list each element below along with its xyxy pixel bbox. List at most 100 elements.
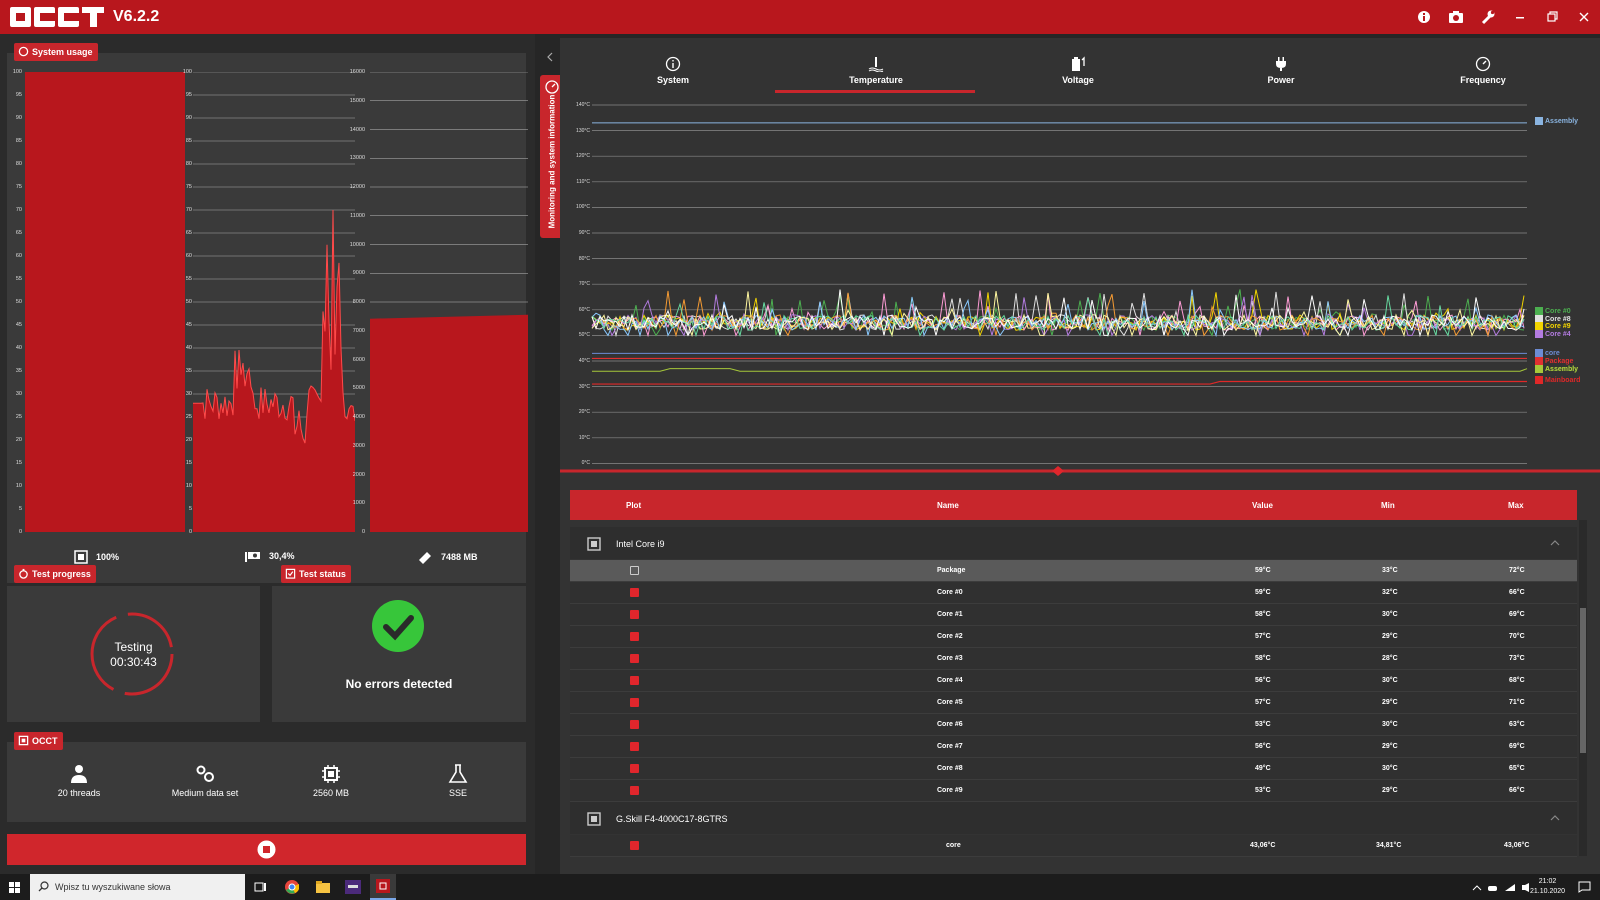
y-tick-label: 45 [15, 322, 22, 328]
row-value: 57°C [1255, 699, 1271, 706]
tab-temperature[interactable]: Temperature [821, 56, 931, 85]
table-scrollbar[interactable] [1579, 520, 1587, 856]
info-icon[interactable] [1416, 9, 1432, 25]
search-icon [38, 881, 49, 892]
sensor-table-header: Plot Name Value Min Max [570, 490, 1577, 520]
windows-start-icon[interactable] [9, 882, 20, 893]
row-min: 30°C [1382, 721, 1398, 728]
chart-legend-item[interactable]: Core #0 [1535, 307, 1571, 315]
tab-voltage[interactable]: Voltage [1023, 56, 1133, 85]
y-tick-label: 85 [185, 138, 192, 144]
cpu-usage-bar [25, 72, 185, 532]
header-name[interactable]: Name [937, 501, 959, 510]
table-row[interactable]: Core #2 57°C 29°C 70°C [570, 626, 1577, 648]
close-icon[interactable] [1576, 9, 1592, 25]
system-usage-label: System usage [32, 47, 93, 57]
header-max[interactable]: Max [1508, 501, 1524, 510]
tab-power[interactable]: Power [1226, 56, 1336, 85]
row-value: 56°C [1255, 677, 1271, 684]
system-usage-badge: System usage [14, 43, 98, 61]
y-tick-label: 30 [185, 391, 192, 397]
occt-setting-label: Medium data set [171, 788, 239, 798]
chart-legend-item[interactable]: Core #4 [1535, 330, 1571, 338]
table-row[interactable]: Core #0 59°C 32°C 66°C [570, 582, 1577, 604]
chart-legend-item[interactable]: Assembly [1535, 117, 1578, 125]
group-gskill-memory[interactable]: G.Skill F4-4000C17-8GTRS [570, 802, 1577, 834]
y-tick-label: 40 [15, 345, 22, 351]
header-plot[interactable]: Plot [626, 501, 641, 510]
tab-label: Power [1267, 75, 1295, 85]
chart-legend-item[interactable]: Mainboard [1535, 376, 1580, 384]
memory-summary-value: 7488 MB [441, 552, 478, 562]
header-value[interactable]: Value [1252, 501, 1273, 510]
y-tick-label: 90 [185, 115, 192, 121]
y-tick-label: 5000 [352, 385, 365, 392]
plot-checkbox[interactable] [630, 841, 639, 850]
table-row[interactable]: Package 59°C 33°C 72°C [570, 560, 1577, 582]
legend-label: Core #4 [1545, 330, 1571, 338]
plot-checkbox[interactable] [630, 698, 639, 707]
chart-legend-item[interactable]: Core #9 [1535, 322, 1571, 330]
taskbar-date: 21.10.2020 [1530, 888, 1566, 895]
plot-checkbox[interactable] [630, 676, 639, 685]
camera-icon[interactable] [1448, 9, 1464, 25]
collapse-chevron-icon[interactable] [546, 52, 554, 62]
plot-checkbox[interactable] [630, 786, 639, 795]
chart-legend-item[interactable]: Package [1535, 357, 1573, 365]
plot-checkbox[interactable] [630, 654, 639, 663]
row-max: 70°C [1509, 633, 1525, 640]
plot-checkbox[interactable] [630, 720, 639, 729]
table-row[interactable]: core 43,06°C 34,81°C 43,06°C [570, 835, 1577, 857]
task-view-icon[interactable] [254, 881, 267, 893]
y-tick-label: 40°C [578, 358, 590, 364]
taskbar-search-input[interactable]: Wpisz tu wyszukiwane słowa [30, 874, 245, 900]
plot-checkbox[interactable] [630, 566, 639, 575]
tab-frequency[interactable]: Frequency [1428, 56, 1538, 85]
chart-legend-item[interactable]: Assembly [1535, 365, 1578, 373]
chevron-up-icon[interactable] [1550, 815, 1560, 821]
plot-checkbox[interactable] [630, 742, 639, 751]
file-explorer-icon[interactable] [316, 881, 330, 893]
table-row[interactable]: Core #7 56°C 29°C 69°C [570, 736, 1577, 758]
y-tick-label: 7000 [352, 327, 365, 334]
tab-label: Frequency [1460, 75, 1506, 85]
chrome-icon[interactable] [285, 880, 299, 894]
row-name: Core #5 [937, 699, 963, 706]
row-name: Core #7 [937, 743, 963, 750]
notifications-icon[interactable] [1578, 881, 1591, 893]
plot-checkbox[interactable] [630, 588, 639, 597]
row-min: 30°C [1382, 765, 1398, 772]
table-row[interactable]: Core #1 58°C 30°C 69°C [570, 604, 1577, 626]
y-tick-label: 55 [15, 276, 22, 282]
y-tick-label: 10°C [578, 434, 590, 441]
app-icon[interactable] [345, 880, 361, 894]
chart-legend-item[interactable]: core [1535, 349, 1560, 357]
row-value: 53°C [1255, 721, 1271, 728]
row-value: 43,06°C [1250, 842, 1276, 849]
wrench-icon[interactable] [1480, 9, 1496, 25]
gears-icon [196, 765, 214, 782]
row-name: Core #9 [937, 787, 963, 794]
plot-checkbox[interactable] [630, 610, 639, 619]
test-progress-panel: Testing 00:30:43 [7, 586, 260, 722]
restore-icon[interactable] [1544, 9, 1560, 25]
tab-system[interactable]: System [618, 56, 728, 85]
occt-taskbar-button[interactable] [370, 874, 396, 900]
minimize-icon[interactable] [1512, 9, 1528, 25]
plot-checkbox[interactable] [630, 764, 639, 773]
gpu-icon [245, 552, 260, 562]
table-row[interactable]: Core #6 53°C 30°C 63°C [570, 714, 1577, 736]
table-row[interactable]: Core #5 57°C 29°C 71°C [570, 692, 1577, 714]
chevron-up-icon[interactable] [1550, 540, 1560, 546]
stopwatch-icon [19, 568, 28, 579]
table-row[interactable]: Core #8 49°C 30°C 65°C [570, 758, 1577, 780]
plot-checkbox[interactable] [630, 632, 639, 641]
header-min[interactable]: Min [1381, 501, 1395, 510]
stop-test-button[interactable] [7, 834, 526, 865]
table-row[interactable]: Core #9 53°C 29°C 66°C [570, 780, 1577, 802]
y-tick-label: 90°C [578, 230, 590, 236]
table-row[interactable]: Core #3 58°C 28°C 73°C [570, 648, 1577, 670]
group-intel-core-i9[interactable]: Intel Core i9 [570, 527, 1577, 559]
y-tick-label: 60°C [578, 306, 590, 313]
table-row[interactable]: Core #4 56°C 30°C 68°C [570, 670, 1577, 692]
